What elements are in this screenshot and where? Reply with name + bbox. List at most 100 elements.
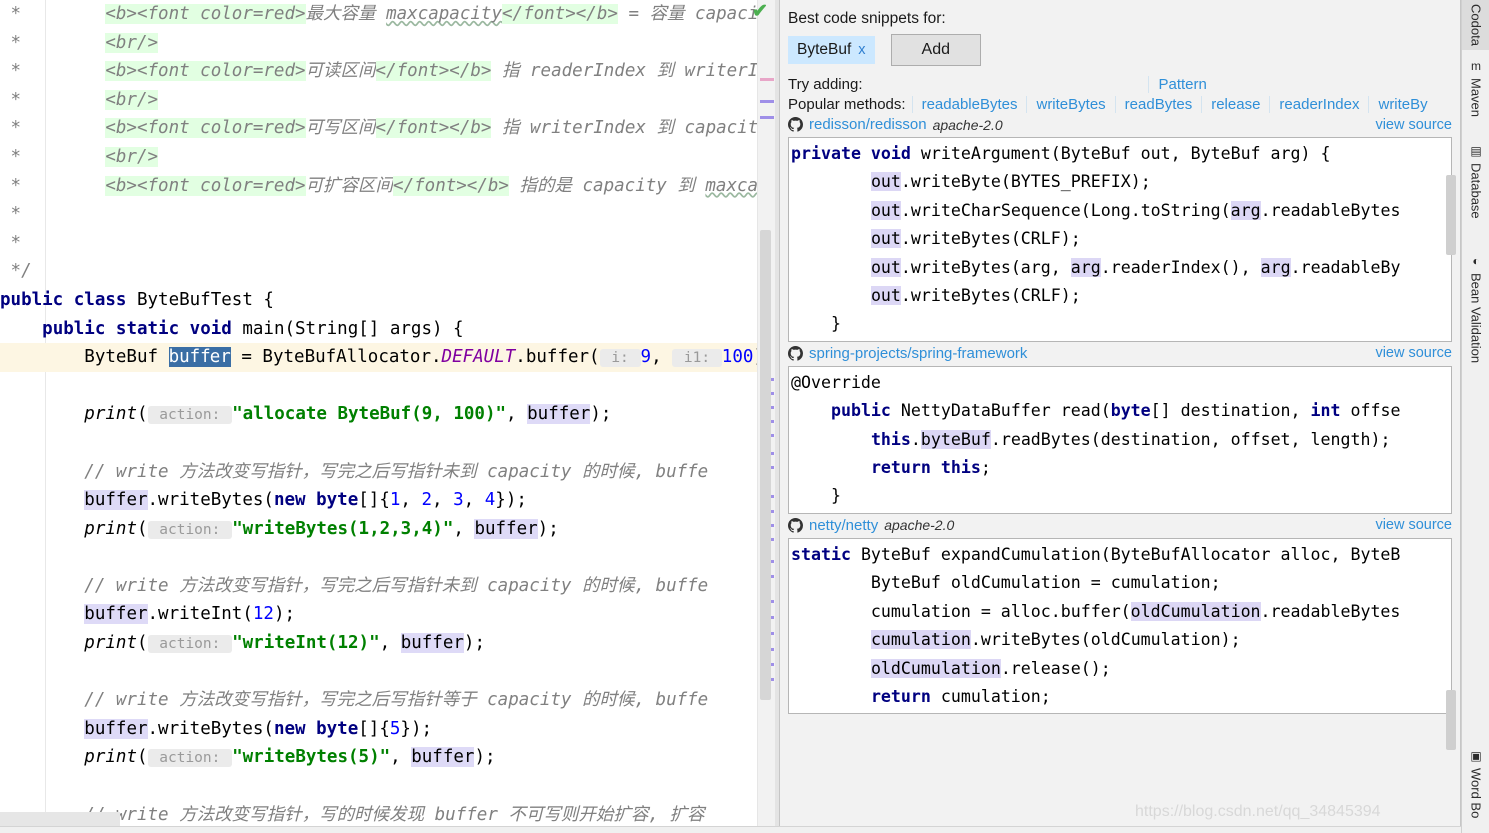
view-source-link[interactable]: view source (1375, 345, 1452, 361)
code-token: ( (136, 404, 148, 425)
code-line[interactable]: // write 方法改变写指针，写完之后写指针等于 capacity 的时候,… (0, 686, 775, 715)
snippet-code-line: ByteBuf oldCumulation = cumulation; (791, 569, 1451, 597)
code-line[interactable]: * <b><font color=red>可读区间</font></b> 指 r… (0, 57, 775, 86)
code-token: er (209, 347, 231, 368)
editor-vertical-scrollbar[interactable] (760, 230, 771, 700)
popular-method-writeBy[interactable]: writeBy (1368, 96, 1436, 113)
snippet-code[interactable]: @Override public NettyDataBuffer read(by… (788, 365, 1452, 514)
code-line[interactable] (0, 658, 775, 687)
code-line[interactable]: print( action: "writeBytes(1,2,3,4)", bu… (0, 515, 775, 544)
code-line[interactable]: * <br/> (0, 86, 775, 115)
code-token: * (0, 32, 106, 53)
close-icon[interactable]: x (858, 42, 865, 58)
snippet-code[interactable]: private void writeArgument(ByteBuf out, … (788, 137, 1452, 342)
editor-code-area[interactable]: * <b><font color=red>最大容量 maxcapacity</f… (0, 0, 775, 833)
code-line[interactable]: // write 方法改变写指针，写完之后写指针未到 capacity 的时候,… (0, 572, 775, 601)
code-token: // write 方法改变写指针，写完之后写指针未到 capacity 的时候,… (0, 575, 709, 596)
code-token: . (910, 429, 921, 449)
code-line[interactable]: buffer.writeBytes(new byte[]{5}); (0, 715, 775, 744)
panel-vertical-scrollbar[interactable] (1446, 175, 1456, 255)
code-token: public (830, 401, 901, 421)
code-token: print (84, 404, 137, 425)
code-line[interactable] (0, 429, 775, 458)
snippet-code-line: } (791, 482, 1451, 510)
code-token: .writeBytes(oldCumulation); (970, 630, 1241, 650)
code-line[interactable] (0, 543, 775, 572)
code-line[interactable]: * <br/> (0, 29, 775, 58)
popular-method-readableBytes[interactable]: readableBytes (911, 96, 1027, 113)
usage-marker[interactable] (760, 78, 774, 81)
code-line[interactable]: ByteBuf buffer = ByteBufAllocator.DEFAUL… (0, 343, 775, 372)
code-line[interactable]: buffer.writeInt(12); (0, 600, 775, 629)
snippet-header: spring-projects/spring-framework view sou… (788, 342, 1452, 366)
code-token: offse (1350, 401, 1401, 421)
panel-vertical-scrollbar-secondary[interactable] (1446, 690, 1456, 750)
code-token: ); (273, 604, 296, 625)
code-line[interactable]: // write 方法改变写指针，写完之后写指针未到 capacity 的时候,… (0, 458, 775, 487)
snippet-code-line: out.writeBytes(arg, arg.readerIndex(), a… (791, 254, 1451, 282)
code-token: .writeByte(BYTES_PREFIX); (900, 172, 1151, 192)
code-line[interactable]: buffer.writeBytes(new byte[]{1, 2, 3, 4}… (0, 486, 775, 515)
code-line[interactable]: public static void main(String[] args) { (0, 315, 775, 344)
tool-tab-bean-validation[interactable]: ◐ Bean Validation (1462, 250, 1489, 367)
code-line[interactable]: * <b><font color=red>可扩容区间</font></b> 指的… (0, 172, 775, 201)
code-token: return this (870, 458, 981, 478)
snippet-repo-link[interactable]: spring-projects/spring-framework (809, 345, 1027, 362)
code-token: * (0, 175, 106, 196)
code-line[interactable]: * (0, 200, 775, 229)
code-line[interactable]: */ (0, 257, 775, 286)
code-token: .readerIndex(), (1100, 257, 1261, 277)
code-token: buffer (527, 404, 591, 425)
snippet-code-line: cumulation.writeBytes(oldCumulation); (791, 626, 1451, 654)
popular-method-writeBytes[interactable]: writeBytes (1026, 96, 1114, 113)
usage-marker[interactable] (760, 116, 774, 119)
code-token: , (390, 747, 412, 768)
code-editor[interactable]: * <b><font color=red>最大容量 maxcapacity</f… (0, 0, 775, 833)
snippet-repo-link[interactable]: netty/netty (809, 517, 878, 534)
code-line[interactable]: print( action: "writeInt(12)", buffer); (0, 629, 775, 658)
code-line[interactable]: public class ByteBufTest { (0, 286, 775, 315)
code-line[interactable]: * (0, 229, 775, 258)
tool-tab-maven[interactable]: m Maven (1462, 55, 1489, 121)
tool-tab-word-bo[interactable]: ▣ Word Bo (1462, 745, 1489, 822)
try-adding-item-pattern[interactable]: Pattern (1148, 76, 1215, 93)
snippet-repo-link[interactable]: redisson/redisson (809, 116, 927, 133)
code-token: "writeBytes(5)" (232, 747, 391, 768)
usage-marker[interactable] (760, 100, 774, 103)
code-line[interactable]: print( action: "allocate ByteBuf(9, 100)… (0, 400, 775, 429)
code-token: , (651, 347, 673, 368)
code-token: * (0, 146, 106, 167)
code-line[interactable]: print( action: "writeBytes(5)", buffer); (0, 743, 775, 772)
add-button[interactable]: Add (890, 34, 981, 66)
code-token: arg (1070, 257, 1101, 277)
tool-tab-codota[interactable]: Codota (1462, 0, 1489, 50)
code-token: , (463, 490, 485, 511)
popular-method-readerIndex[interactable]: readerIndex (1269, 96, 1368, 113)
code-token: buff (168, 347, 211, 368)
view-source-link[interactable]: view source (1375, 517, 1452, 533)
code-line[interactable]: * <br/> (0, 143, 775, 172)
tool-tab-label: Word Bo (1468, 768, 1484, 819)
code-line[interactable] (0, 772, 775, 801)
snippet-code[interactable]: static ByteBuf expandCumulation(ByteBufA… (788, 537, 1452, 715)
code-token: arg (1260, 257, 1291, 277)
view-source-link[interactable]: view source (1375, 117, 1452, 133)
snippet-code-line: private void writeArgument(ByteBuf out, … (791, 140, 1451, 168)
snippet-license: apache-2.0 (932, 116, 1003, 133)
inspection-ok-icon[interactable]: ✔ (752, 2, 774, 22)
code-token: ByteBuf oldCumulation = cumulation; (791, 573, 1221, 593)
code-line[interactable]: * <b><font color=red>最大容量 maxcapacity</f… (0, 0, 775, 29)
editor-horizontal-scrollbar[interactable] (0, 812, 120, 826)
code-line[interactable]: * <b><font color=red>可写区间</font></b> 指 w… (0, 114, 775, 143)
code-token: 2 (421, 490, 433, 511)
popular-method-release[interactable]: release (1201, 96, 1269, 113)
popular-method-readBytes[interactable]: readBytes (1114, 96, 1202, 113)
query-tag-chip[interactable]: ByteBuf x (788, 36, 875, 64)
code-token: 指 readerIndex 到 writerIn (491, 61, 769, 82)
popular-methods-label: Popular methods: (788, 96, 906, 113)
code-token: 12 (252, 604, 274, 625)
code-line[interactable] (0, 372, 775, 401)
tool-tab-database[interactable]: ▤ Database (1462, 140, 1489, 223)
